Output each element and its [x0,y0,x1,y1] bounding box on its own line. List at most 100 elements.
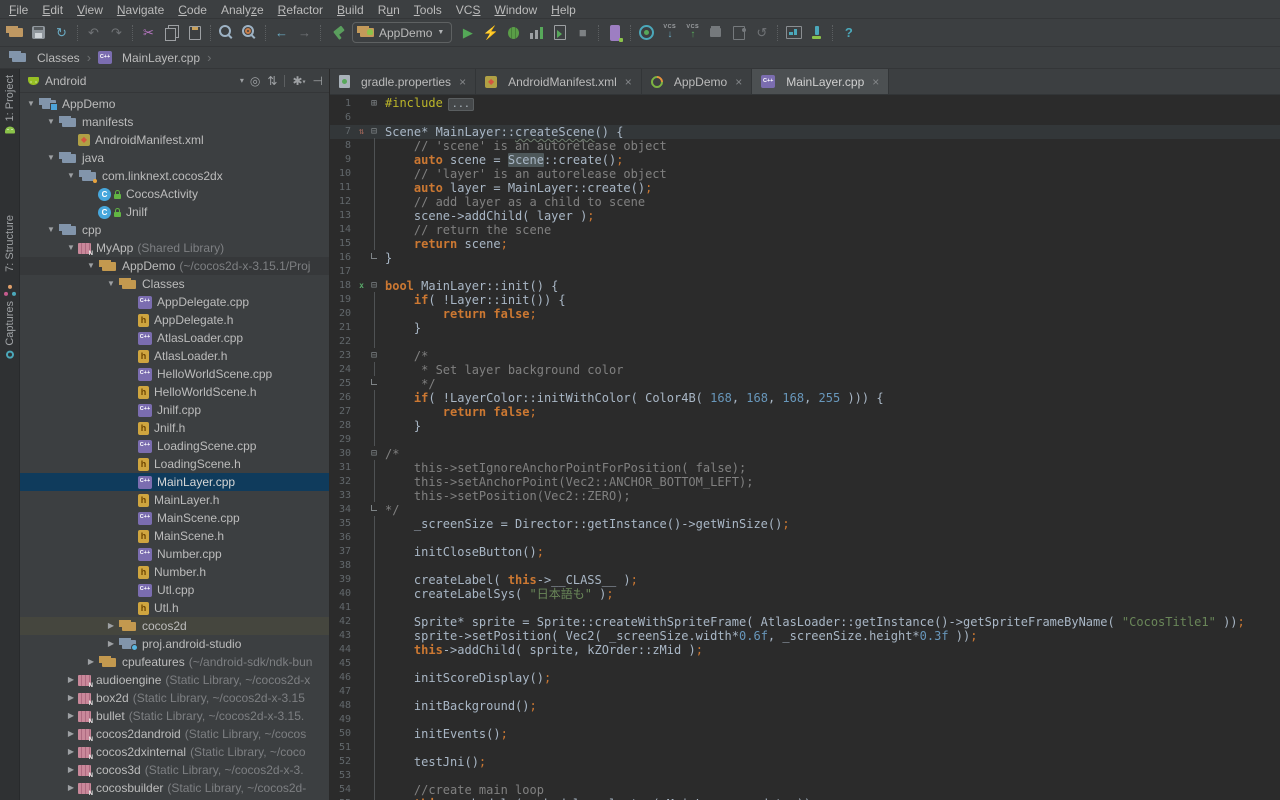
editor-tab-appdemo[interactable]: AppDemo× [642,69,752,94]
tree-item-cpufeatures[interactable]: ▶cpufeatures(~/android-sdk/ndk-bun [20,653,329,671]
collapsed-arrow-icon[interactable]: ▶ [84,653,98,671]
line-number[interactable]: 6 [330,111,356,125]
menu-help[interactable]: Help [544,1,583,20]
line-number[interactable]: 12 [330,195,356,209]
open-project-icon[interactable] [4,22,27,44]
tree-item-com-linknext-cocos2dx[interactable]: ▼com.linknext.cocos2dx [20,167,329,185]
expanded-arrow-icon[interactable]: ▼ [104,275,118,293]
tree-item-jnilf[interactable]: CJnilf [20,203,329,221]
tree-item-box2d[interactable]: ▶box2d(Static Library, ~/cocos2d-x-3.15 [20,689,329,707]
line-number[interactable]: 49 [330,713,356,727]
close-icon[interactable]: × [872,75,879,89]
implemented-marker-icon[interactable]: ⇅ [356,127,367,137]
line-number[interactable]: 9 [330,153,356,167]
line-number[interactable]: 27 [330,405,356,419]
redo-icon[interactable]: ↷ [105,22,128,44]
tree-item-cocosbuilder[interactable]: ▶cocosbuilder(Static Library, ~/cocos2d- [20,779,329,797]
line-number[interactable]: 38 [330,559,356,573]
expanded-arrow-icon[interactable]: ▼ [84,257,98,275]
tree-item-appdelegate-cpp[interactable]: C++AppDelegate.cpp [20,293,329,311]
tree-item-audioengine[interactable]: ▶audioengine(Static Library, ~/cocos2d-x [20,671,329,689]
line-number[interactable]: 50 [330,727,356,741]
save-all-icon[interactable] [27,22,50,44]
fold-toggle-icon[interactable]: ⊞ [367,99,381,109]
breadcrumb-classes[interactable]: Classes [37,51,80,65]
menu-window[interactable]: Window [487,1,544,20]
tree-item-helloworldscene-cpp[interactable]: C++HelloWorldScene.cpp [20,365,329,383]
menu-tools[interactable]: Tools [407,1,449,20]
line-number[interactable]: 51 [330,741,356,755]
forward-icon[interactable]: → [293,22,316,44]
revert-icon[interactable]: ↺ [750,22,773,44]
line-number[interactable]: 42 [330,615,356,629]
line-number[interactable]: 30 [330,447,356,461]
apply-changes-icon[interactable]: ⚡ [479,22,502,44]
collapsed-arrow-icon[interactable]: ▶ [64,743,78,761]
close-icon[interactable]: × [735,75,742,89]
tree-item-jnilf-cpp[interactable]: C++Jnilf.cpp [20,401,329,419]
tree-item-manifests[interactable]: ▼manifests [20,113,329,131]
tree-item-java[interactable]: ▼java [20,149,329,167]
tree-item-bullet[interactable]: ▶bullet(Static Library, ~/cocos2d-x-3.15… [20,707,329,725]
profile-icon[interactable] [525,22,548,44]
line-number[interactable]: 23 [330,349,356,363]
tree-item-number-cpp[interactable]: C++Number.cpp [20,545,329,563]
collapsed-arrow-icon[interactable]: ▶ [64,761,78,779]
tree-item-appdemo[interactable]: ▼AppDemo [20,95,329,113]
help-icon[interactable]: ? [837,22,860,44]
expanded-arrow-icon[interactable]: ▼ [44,113,58,131]
line-number[interactable]: 43 [330,629,356,643]
line-number[interactable]: 19 [330,293,356,307]
shelve-icon[interactable] [704,22,727,44]
attach-debugger-to-android-icon[interactable] [805,22,828,44]
show-changes-icon[interactable] [727,22,750,44]
menu-file[interactable]: File [2,1,35,20]
vcs-update-icon[interactable]: VCS↓ [658,22,681,44]
tree-item-cocosactivity[interactable]: CCocosActivity [20,185,329,203]
line-number[interactable]: 29 [330,433,356,447]
line-number[interactable]: 28 [330,419,356,433]
locate-file-icon[interactable]: ◎ [250,74,260,88]
menu-navigate[interactable]: Navigate [110,1,171,20]
line-number[interactable]: 11 [330,181,356,195]
collapsed-arrow-icon[interactable]: ▶ [64,725,78,743]
line-number[interactable]: 48 [330,699,356,713]
tree-item-myapp[interactable]: ▼MyApp(Shared Library) [20,239,329,257]
copy-icon[interactable] [160,22,183,44]
expanded-arrow-icon[interactable]: ▼ [24,95,38,113]
tree-item-mainscene-cpp[interactable]: C++MainScene.cpp [20,509,329,527]
line-number[interactable]: 47 [330,685,356,699]
tool-stripe-structure[interactable]: 7: Structure [0,215,20,289]
collapsed-arrow-icon[interactable]: ▶ [104,617,118,635]
menu-analyze[interactable]: Analyze [214,1,271,20]
line-number[interactable]: 37 [330,545,356,559]
tree-item-cocos3d[interactable]: ▶cocos3d(Static Library, ~/cocos2d-x-3. [20,761,329,779]
cut-icon[interactable]: ✂ [137,22,160,44]
close-icon[interactable]: × [625,75,632,89]
tree-item-cocos2d[interactable]: ▶cocos2d [20,617,329,635]
expanded-arrow-icon[interactable]: ▼ [64,239,78,257]
collapse-all-icon[interactable]: ⇅ [267,74,277,88]
line-number[interactable]: 21 [330,321,356,335]
code-editor[interactable]: 1⊞#include...67⇅⊟Scene* MainLayer::creat… [330,95,1280,800]
tree-item-classes[interactable]: ▼Classes [20,275,329,293]
menu-vcs[interactable]: VCS [449,1,488,20]
collapsed-arrow-icon[interactable]: ▶ [64,779,78,797]
editor-tab-gradle-properties[interactable]: gradle.properties× [330,69,476,94]
device-manager-icon[interactable] [603,22,626,44]
fold-toggle-icon[interactable]: ⊟ [367,281,381,291]
tree-item-atlasloader-h[interactable]: hAtlasLoader.h [20,347,329,365]
collapsed-arrow-icon[interactable]: ▶ [64,707,78,725]
expanded-arrow-icon[interactable]: ▼ [44,221,58,239]
line-number[interactable]: 46 [330,671,356,685]
run-icon[interactable]: ▶ [456,22,479,44]
menu-build[interactable]: Build [330,1,371,20]
line-number[interactable]: 40 [330,587,356,601]
back-icon[interactable]: ← [270,22,293,44]
fold-toggle-icon[interactable]: ⊟ [367,449,381,459]
tree-item-androidmanifest-xml[interactable]: ◆AndroidManifest.xml [20,131,329,149]
tool-stripe-captures[interactable]: Captures [0,301,20,359]
menu-code[interactable]: Code [171,1,214,20]
find-icon[interactable] [215,22,238,44]
line-number[interactable]: 10 [330,167,356,181]
